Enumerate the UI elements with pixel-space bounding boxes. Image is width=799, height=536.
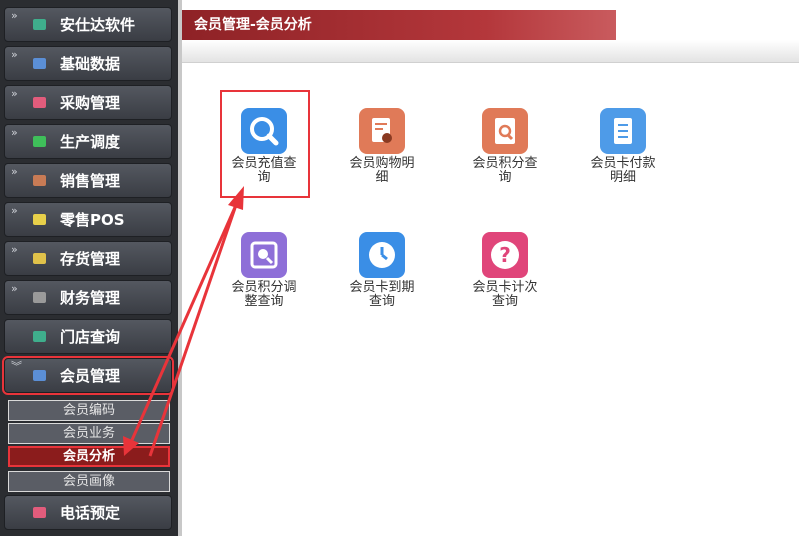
annotation-arrows <box>123 186 244 457</box>
